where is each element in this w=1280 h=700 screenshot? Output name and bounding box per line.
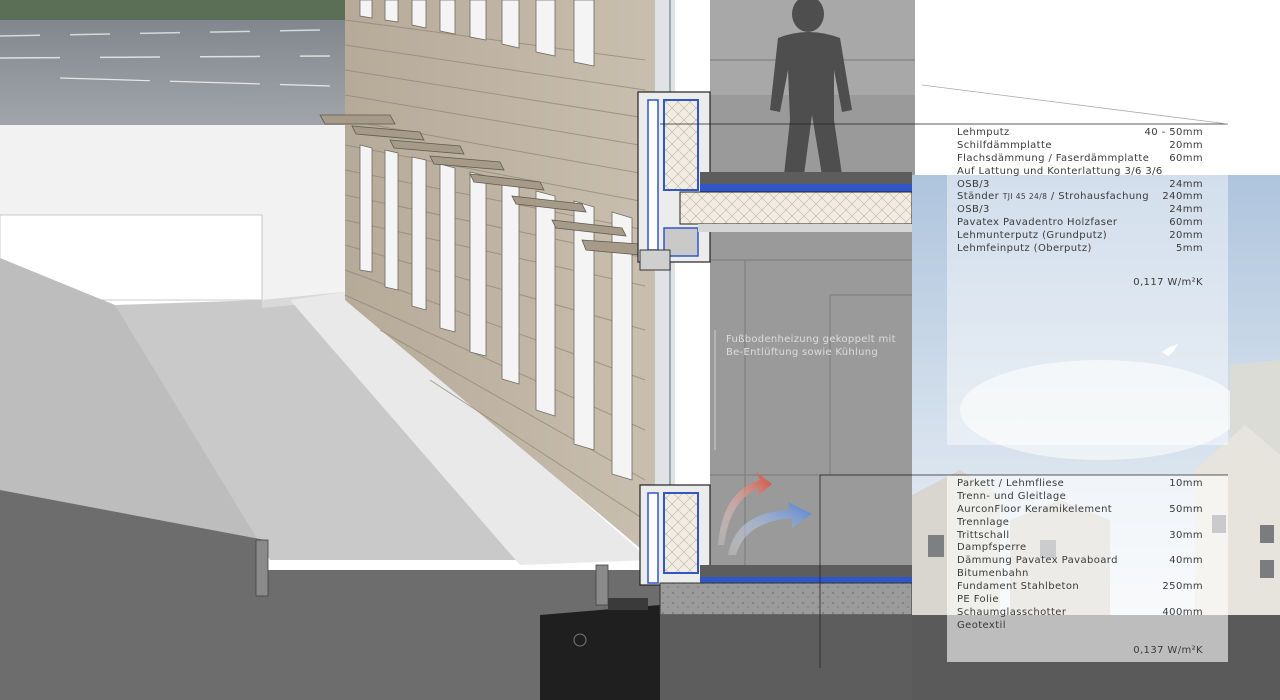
floor-layer-row: Parkett / Lehmfliese 10mm [957,478,1203,491]
layer-label: Trittschall [957,529,1010,541]
floor-layer-legend: Parkett / Lehmfliese 10mm Trenn- und Gleit… [957,478,1203,656]
layer-thickness: 250mm [1162,581,1203,593]
wall-layer-row: Auf Lattung und Konterlattung 3/6 3/6 [957,166,1203,179]
layer-thickness: 20mm [1169,230,1203,242]
layer-label: Dämmung Pavatex Pavaboard [957,555,1118,567]
layer-thickness: 24mm [1169,178,1203,190]
layer-thickness: 40mm [1169,555,1203,567]
wall-layer-row: Lehmunterputz (Grundputz) 20mm [957,230,1203,243]
floor-layer-list: Parkett / Lehmfliese 10mm Trenn- und Gleit… [957,478,1203,633]
wall-layer-row: Flachsdämmung / Faserdämmplatte 60mm [957,153,1203,166]
layer-thickness: 5mm [1175,243,1203,255]
layer-label: Trennlage [957,516,1010,528]
floor-layer-row: Dampfsperre [957,542,1203,555]
layer-label: Trenn- und Gleitlage [957,490,1067,502]
layer-thickness: 30mm [1169,529,1203,541]
floor-layer-row: Fundament Stahlbeton 250mm [957,581,1203,594]
layer-label: Schilfdämmplatte [957,139,1052,151]
wall-layer-list: Lehmputz 40 - 50mm Schilfdämmplatte 20mm Fla… [957,127,1203,256]
floor-u-value: 0,137 W/m²K [1133,644,1203,656]
layer-label: Lehmunterputz (Grundputz) [957,230,1108,242]
layer-label: PE Folie [957,594,999,606]
layer-thickness: 60mm [1169,217,1203,229]
annotation-line-1: Fußbodenheizung gekoppelt mit [726,334,896,345]
wall-section-detail [637,91,711,271]
floor-layer-row: Geotextil [957,620,1203,633]
floor-layer-row: Schaumglasschotter 400mm [957,607,1203,620]
floor-slab-section [679,172,913,232]
layer-label: Bitumenbahn [957,568,1029,580]
layer-label: Ständer TJI 45 24/8 / Strohausfachung [957,191,1150,203]
floor-layer-row: AurconFloor Keramikelement 50mm [957,504,1203,517]
layer-thickness: 24mm [1169,204,1203,216]
layer-thickness: 60mm [1169,152,1203,164]
wall-layer-row: OSB/3 24mm [957,179,1203,192]
floor-layer-row: Trennlage [957,517,1203,530]
layer-label: Parkett / Lehmfliese [957,478,1065,489]
wall-u-value: 0,117 W/m²K [1133,276,1203,288]
wall-layer-legend: Lehmputz 40 - 50mm Schilfdämmplatte 20mm Fla… [957,127,1203,288]
heating-annotation: Fußbodenheizung gekoppelt mit Be-Entlüft… [726,333,896,359]
layer-label: AurconFloor Keramikelement [957,503,1113,515]
wall-layer-row: Ständer TJI 45 24/8 / Strohausfachung 240… [957,191,1203,204]
wall-layer-row: Schilfdämmplatte 20mm [957,140,1203,153]
floor-layer-row: PE Folie [957,594,1203,607]
layer-thickness: 400mm [1162,606,1203,618]
layer-thickness: 50mm [1169,503,1203,515]
layer-thickness: 10mm [1169,478,1203,489]
layer-label: OSB/3 [957,204,990,216]
layer-label: Dampfsperre [957,542,1027,554]
annotation-line-2: Be-Entlüftung sowie Kühlung [726,347,879,358]
wall-layer-row: Pavatex Pavadentro Holzfaser 60mm [957,217,1203,230]
layer-label: Schaumglasschotter [957,606,1067,618]
street-background [0,0,350,125]
floor-layer-row: Trenn- und Gleitlage [957,491,1203,504]
layer-thickness: 40 - 50mm [1144,127,1203,138]
wall-layer-row: Lehmfeinputz (Oberputz) 5mm [957,243,1203,256]
floor-layer-row: Dämmung Pavatex Pavaboard 40mm [957,555,1203,568]
layer-label: Geotextil [957,619,1006,631]
floor-layer-row: Trittschall 30mm [957,530,1203,543]
layer-thickness: 240mm [1162,191,1203,203]
wall-layer-row: OSB/3 24mm [957,204,1203,217]
layer-label: Lehmfeinputz (Oberputz) [957,243,1092,255]
layer-label: Flachsdämmung / Faserdämmplatte [957,152,1150,164]
layer-label: Lehmputz [957,127,1010,138]
layer-label: Auf Lattung und Konterlattung 3/6 3/6 [957,165,1163,177]
wall-layer-row: Lehmputz 40 - 50mm [957,127,1203,140]
floor-layer-row: Bitumenbahn [957,568,1203,581]
layer-thickness: 20mm [1169,139,1203,151]
layer-label: OSB/3 [957,178,990,190]
layer-label: Pavatex Pavadentro Holzfaser [957,217,1118,229]
layer-label: Fundament Stahlbeton [957,581,1080,593]
